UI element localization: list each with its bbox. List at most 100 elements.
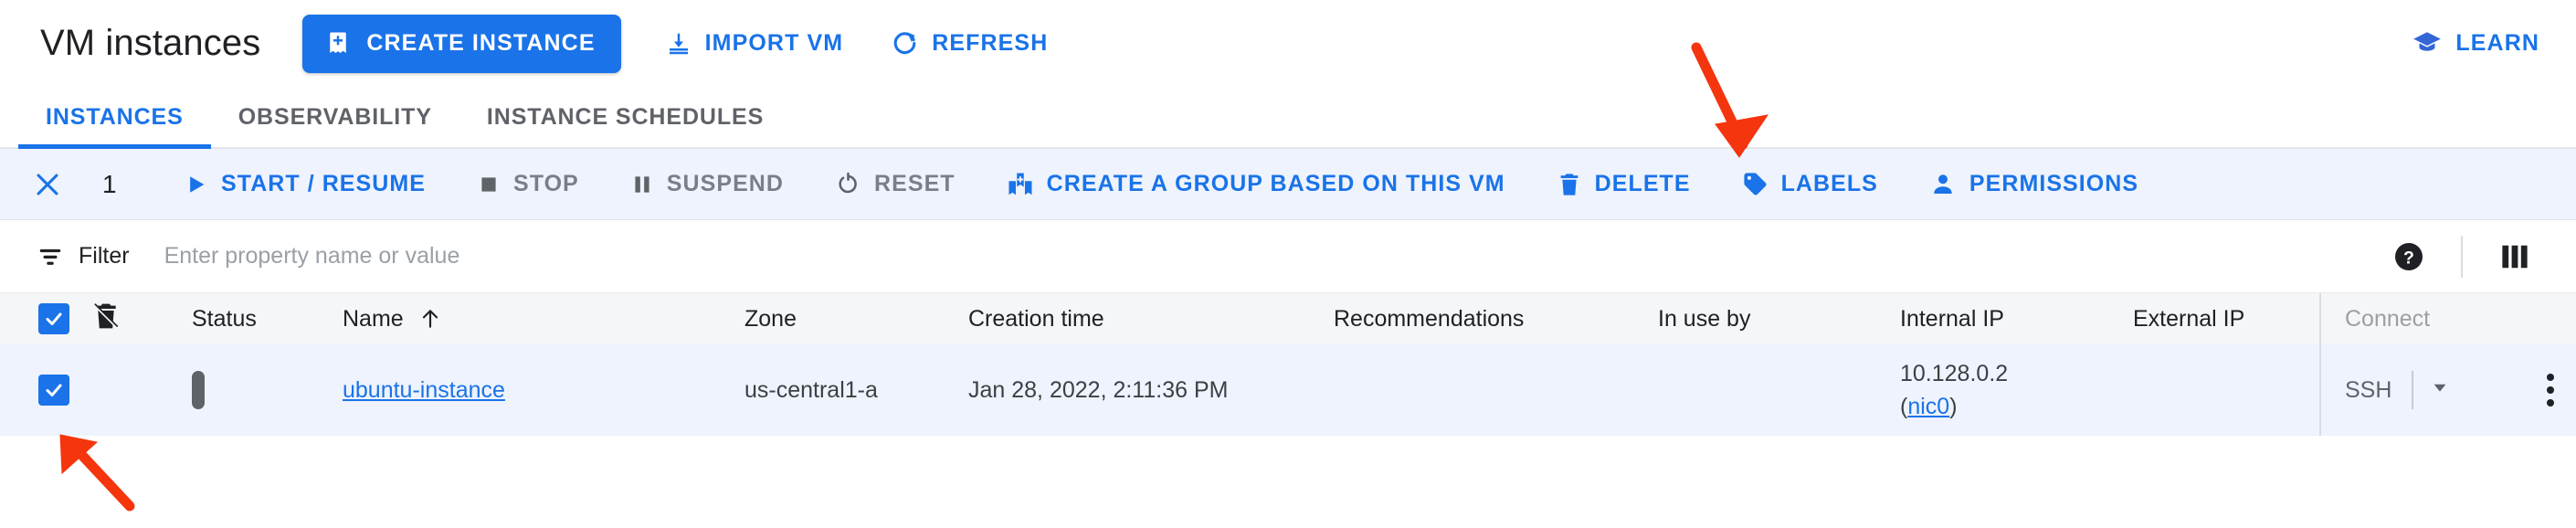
more-vert-icon[interactable] [2547, 374, 2554, 407]
row-creation-time-cell: Jan 28, 2022, 2:11:36 PM [968, 376, 1229, 403]
svg-text:?: ? [2403, 248, 2414, 268]
row-select-cell [0, 344, 91, 436]
row-zone-cell: us-central1-a [744, 376, 878, 403]
labels-label: LABELS [1780, 171, 1878, 196]
tab-instance-schedules[interactable]: INSTANCE SCHEDULES [459, 87, 791, 147]
status-header-label: Status [192, 305, 257, 332]
suspend-button[interactable]: SUSPEND [628, 165, 786, 203]
column-display-button[interactable] [2490, 232, 2539, 281]
create-instance-button[interactable]: CREATE INSTANCE [302, 14, 621, 73]
delete-button[interactable]: DELETE [1555, 165, 1693, 203]
stop-label: STOP [512, 171, 579, 196]
clear-selection-button[interactable] [24, 161, 71, 208]
suspend-label: SUSPEND [666, 171, 785, 196]
reset-label: RESET [874, 171, 955, 196]
power-reset-icon [835, 171, 861, 197]
internal-ip-header-label: Internal IP [1900, 305, 2004, 332]
table-row[interactable]: ubuntu-instance us-central1-a Jan 28, 20… [0, 344, 2576, 436]
external-ip-header-label: External IP [2133, 305, 2245, 332]
row-in-use-by-cell [1658, 344, 1900, 436]
select-all-header [0, 293, 91, 344]
tab-instance-schedules-label: INSTANCE SCHEDULES [486, 103, 765, 130]
arrow-up-icon [418, 307, 442, 331]
add-instance-icon [324, 30, 352, 58]
import-download-icon [665, 30, 692, 58]
stop-button[interactable]: STOP [475, 165, 581, 203]
name-header-label: Name [343, 305, 404, 332]
creation-time-header[interactable]: Creation time [968, 293, 1334, 344]
tab-instances[interactable]: INSTANCES [18, 87, 211, 149]
help-button[interactable]: ? [2384, 232, 2433, 281]
page-title: VM instances [40, 23, 261, 63]
connect-header-label: Connect [2345, 305, 2431, 332]
deletion-protection-header [91, 293, 192, 344]
internal-ip-header[interactable]: Internal IP [1900, 293, 2133, 344]
nic-link[interactable]: nic0 [1907, 394, 1949, 419]
ssh-label[interactable]: SSH [2345, 377, 2412, 404]
reset-button[interactable]: RESET [833, 165, 957, 203]
create-instance-label: CREATE INSTANCE [366, 30, 596, 56]
tab-bar: INSTANCES OBSERVABILITY INSTANCE SCHEDUL… [0, 87, 2576, 149]
name-header[interactable]: Name [343, 293, 744, 344]
page-header: VM instances CREATE INSTANCE IMPORT VM R… [0, 0, 2576, 87]
recommendations-header-label: Recommendations [1334, 305, 1525, 332]
status-header[interactable]: Status [192, 293, 343, 344]
in-use-by-header[interactable]: In use by [1658, 293, 1900, 344]
start-resume-button[interactable]: START / RESUME [181, 165, 428, 203]
play-icon [183, 172, 208, 197]
help-circle-icon: ? [2392, 240, 2425, 273]
in-use-by-header-label: In use by [1658, 305, 1751, 332]
filter-bar: Filter ? [0, 220, 2576, 293]
recommendations-header[interactable]: Recommendations [1334, 293, 1658, 344]
pause-icon [630, 173, 654, 196]
connect-header: Connect [2319, 293, 2576, 344]
stop-square-icon [477, 173, 501, 196]
start-resume-label: START / RESUME [221, 171, 426, 196]
row-status-cell [192, 344, 343, 436]
row-checkbox[interactable] [38, 375, 69, 406]
instance-name-link[interactable]: ubuntu-instance [343, 377, 505, 403]
external-ip-header[interactable]: External IP [2133, 293, 2320, 344]
vm-instances-table: Status Name Zone Creation time Recommend… [0, 293, 2576, 436]
person-icon [1929, 171, 1957, 198]
row-connect-cell: SSH [2319, 344, 2576, 436]
stopped-icon [192, 370, 205, 409]
refresh-icon [891, 29, 919, 58]
select-all-checkbox[interactable] [38, 303, 69, 334]
creation-time-header-label: Creation time [968, 305, 1104, 332]
tab-observability[interactable]: OBSERVABILITY [211, 87, 459, 147]
refresh-label: REFRESH [932, 30, 1049, 56]
permissions-button[interactable]: PERMISSIONS [1927, 165, 2140, 204]
import-vm-label: IMPORT VM [704, 30, 844, 56]
row-checkbox-arrow [59, 434, 135, 512]
trash-icon [1557, 172, 1582, 197]
zone-header[interactable]: Zone [744, 293, 968, 344]
filter-input[interactable] [162, 236, 2384, 277]
labels-button[interactable]: LABELS [1740, 165, 1880, 203]
learn-button[interactable]: LEARN [2412, 28, 2539, 59]
delete-label: DELETE [1594, 171, 1691, 196]
permissions-label: PERMISSIONS [1969, 171, 2139, 196]
create-group-button[interactable]: CREATE A GROUP BASED ON THIS VM [1005, 165, 1507, 204]
row-internal-ip-cell: 10.128.0.2 (nic0) [1900, 344, 2133, 436]
learn-label: LEARN [2455, 30, 2539, 56]
row-external-ip-cell [2133, 344, 2320, 436]
tab-instances-label: INSTANCES [46, 103, 184, 130]
filter-label: Filter [79, 243, 130, 269]
graduation-cap-icon [2412, 28, 2443, 59]
row-protection-cell [91, 344, 192, 436]
tab-observability-label: OBSERVABILITY [238, 103, 432, 130]
import-vm-button[interactable]: IMPORT VM [661, 23, 848, 65]
delete-protection-icon [91, 301, 121, 331]
filter-button[interactable]: Filter [37, 243, 130, 270]
table-header-row: Status Name Zone Creation time Recommend… [0, 293, 2576, 344]
group-add-icon [1007, 171, 1034, 198]
close-icon [32, 169, 63, 200]
row-name-cell: ubuntu-instance [343, 344, 744, 436]
chevron-down-icon[interactable] [2413, 377, 2466, 404]
column-display-icon [2499, 243, 2530, 270]
row-recommendations-cell [1334, 344, 1658, 436]
selection-action-toolbar: 1 START / RESUME STOP SUSPEND RESET CREA… [0, 149, 2576, 220]
nic-paren-close: ) [1949, 394, 1958, 419]
refresh-button[interactable]: REFRESH [887, 22, 1051, 65]
